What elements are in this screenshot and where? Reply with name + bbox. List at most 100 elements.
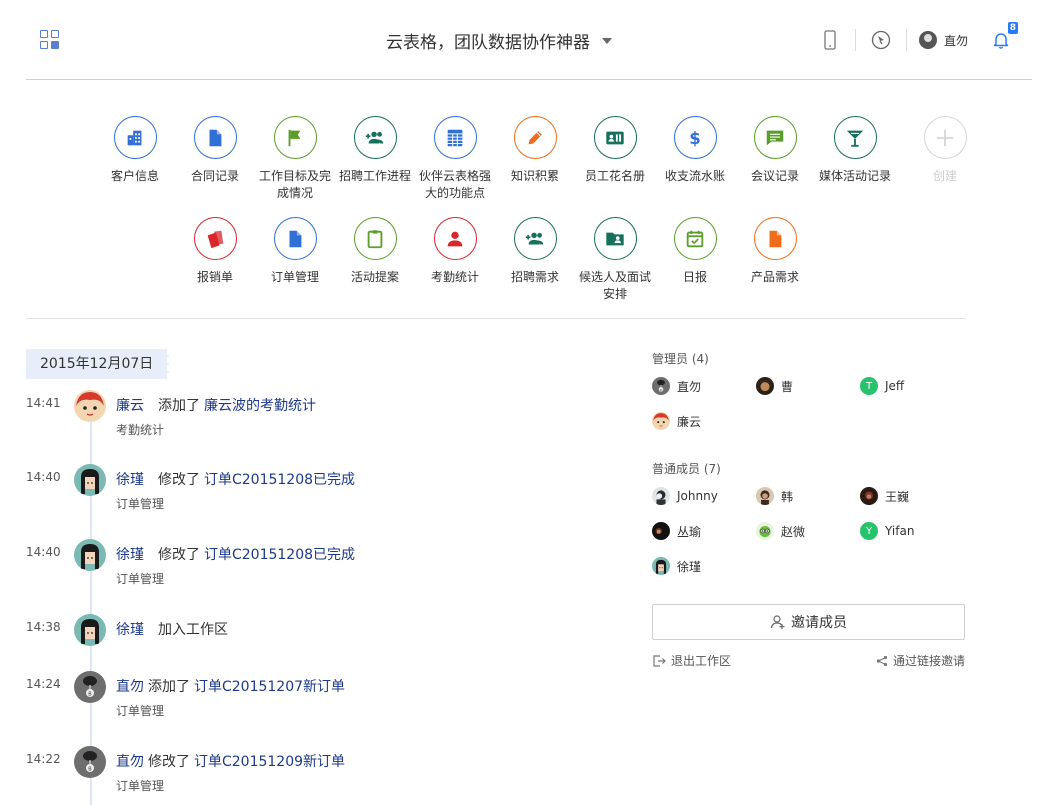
- cocktail-icon: [833, 116, 877, 159]
- leave-workspace-link[interactable]: 退出工作区: [652, 652, 731, 669]
- entry-summary: 廉云 添加了 廉云波的考勤统计: [116, 395, 316, 415]
- app-tile[interactable]: 订单管理: [255, 217, 335, 286]
- app-tile[interactable]: 会议记录: [735, 116, 815, 185]
- app-label: 产品需求: [750, 270, 799, 284]
- app-tile[interactable]: 考勤统计: [415, 217, 495, 286]
- divider: [905, 29, 907, 51]
- avatar: [652, 557, 670, 575]
- entry-target-link[interactable]: 订单C20151209新订单: [194, 754, 345, 770]
- svg-text:B: B: [88, 692, 92, 698]
- member-item[interactable]: 曹: [756, 377, 793, 395]
- exit-icon: [653, 654, 666, 667]
- app-tile[interactable]: 客户信息: [95, 116, 175, 185]
- member-item[interactable]: T Jeff: [860, 377, 904, 395]
- avatar[interactable]: [74, 464, 106, 496]
- app-label: 活动提案: [350, 270, 399, 284]
- apps-grid-icon[interactable]: [40, 30, 60, 50]
- member-name: 韩: [781, 489, 794, 504]
- mobile-phone-icon[interactable]: [817, 27, 843, 53]
- member-item[interactable]: B 直勿: [652, 377, 701, 395]
- timeline-entry: 14:38 徐瑾 加入工作区: [26, 614, 626, 674]
- create-app-button[interactable]: 创建: [905, 116, 985, 185]
- plus-icon: [923, 116, 967, 159]
- entry-target-link[interactable]: 订单C20151208已完成: [204, 547, 355, 563]
- app-tile[interactable]: 知识积累: [495, 116, 575, 185]
- entry-app-link[interactable]: 订单管理: [116, 702, 164, 719]
- chevron-down-icon: [602, 37, 612, 44]
- app-tile[interactable]: 产品需求: [735, 217, 815, 286]
- app-tile[interactable]: 报销单: [175, 217, 255, 286]
- app-tile[interactable]: 日报: [655, 217, 735, 286]
- app-tile[interactable]: 员工花名册: [575, 116, 655, 185]
- user-menu[interactable]: 直勿: [918, 31, 968, 49]
- notifications-bell-icon[interactable]: 8: [988, 21, 1019, 53]
- member-item[interactable]: 廉云: [652, 412, 701, 430]
- workspace-title-dropdown[interactable]: 云表格，团队数据协作神器: [386, 28, 612, 53]
- divider: [854, 29, 856, 51]
- invite-member-label: 邀请成员: [791, 615, 847, 631]
- avatar: B: [652, 377, 670, 395]
- app-tile[interactable]: 媒体活动记录: [815, 116, 895, 185]
- entry-action: 添加了: [158, 398, 200, 414]
- timeline-entry: 14:24 B 直勿 添加了 订单C20151207新订单 订单管理: [26, 671, 626, 731]
- entry-time: 14:40: [26, 545, 61, 559]
- avatar[interactable]: B: [74, 746, 106, 778]
- entry-actor-link[interactable]: 直勿: [116, 754, 144, 770]
- app-tile[interactable]: 候选人及面试安排: [575, 217, 655, 303]
- app-label: 创建: [932, 169, 957, 183]
- entry-app-link[interactable]: 订单管理: [116, 777, 164, 794]
- avatar[interactable]: [74, 614, 106, 646]
- avatar[interactable]: [74, 539, 106, 571]
- person-icon: [433, 217, 477, 260]
- member-item[interactable]: 韩: [756, 487, 793, 505]
- contact-card-icon: [593, 116, 637, 159]
- entry-app-link[interactable]: 订单管理: [116, 495, 164, 512]
- app-tile[interactable]: 招聘需求: [495, 217, 575, 286]
- avatar: [860, 487, 878, 505]
- entry-summary: 徐瑾 修改了 订单C20151208已完成: [116, 469, 355, 489]
- app-label: 伙伴云表格强大的功能点: [418, 169, 491, 200]
- entry-actor-link[interactable]: 徐瑾: [116, 472, 144, 488]
- compass-icon[interactable]: [868, 27, 894, 53]
- entry-app-link[interactable]: 订单管理: [116, 570, 164, 587]
- member-item[interactable]: 王巍: [860, 487, 909, 505]
- invite-by-link[interactable]: 通过链接邀请: [876, 652, 965, 669]
- document-icon: [753, 217, 797, 260]
- member-name: 丛瑜: [677, 524, 702, 539]
- app-label: 客户信息: [110, 169, 159, 183]
- member-name: 直勿: [677, 379, 702, 394]
- entry-action: 添加了: [148, 679, 190, 695]
- avatar: [652, 487, 670, 505]
- app-tile[interactable]: 伙伴云表格强大的功能点: [415, 116, 495, 202]
- avatar: [652, 412, 670, 430]
- entry-target-link[interactable]: 廉云波的考勤统计: [204, 398, 316, 414]
- entry-target-link[interactable]: 订单C20151208已完成: [204, 472, 355, 488]
- entry-actor-link[interactable]: 徐瑾: [116, 547, 144, 563]
- app-tile[interactable]: 工作目标及完成情况: [255, 116, 335, 202]
- invite-member-button[interactable]: 邀请成员: [652, 604, 965, 640]
- avatar: [652, 522, 670, 540]
- entry-actor-link[interactable]: 廉云: [116, 398, 144, 414]
- app-tile[interactable]: 活动提案: [335, 217, 415, 286]
- member-item[interactable]: 赵微: [756, 522, 805, 540]
- app-label: 合同记录: [190, 169, 239, 183]
- member-item[interactable]: Y Yifan: [860, 522, 914, 540]
- member-item[interactable]: 丛瑜: [652, 522, 701, 540]
- entry-target-link[interactable]: 订单C20151207新订单: [194, 679, 345, 695]
- app-label: 招聘工作进程: [338, 169, 411, 183]
- entry-actor-link[interactable]: 直勿: [116, 679, 144, 695]
- avatar[interactable]: [74, 390, 106, 422]
- entry-time: 14:40: [26, 470, 61, 484]
- entry-action: 修改了: [158, 547, 200, 563]
- member-item[interactable]: Johnny: [652, 487, 718, 505]
- add-user-icon: [770, 615, 785, 629]
- avatar[interactable]: B: [74, 671, 106, 703]
- entry-app-link[interactable]: 考勤统计: [116, 421, 164, 438]
- timeline-entry: 14:22 B 直勿 修改了 订单C20151209新订单 订单管理: [26, 746, 626, 805]
- entry-actor-link[interactable]: 徐瑾: [116, 622, 144, 638]
- app-tile[interactable]: 合同记录: [175, 116, 255, 185]
- app-tile[interactable]: 招聘工作进程: [335, 116, 415, 185]
- member-item[interactable]: 徐瑾: [652, 557, 701, 575]
- entry-action: 加入工作区: [158, 622, 228, 638]
- app-tile[interactable]: $ 收支流水账: [655, 116, 735, 185]
